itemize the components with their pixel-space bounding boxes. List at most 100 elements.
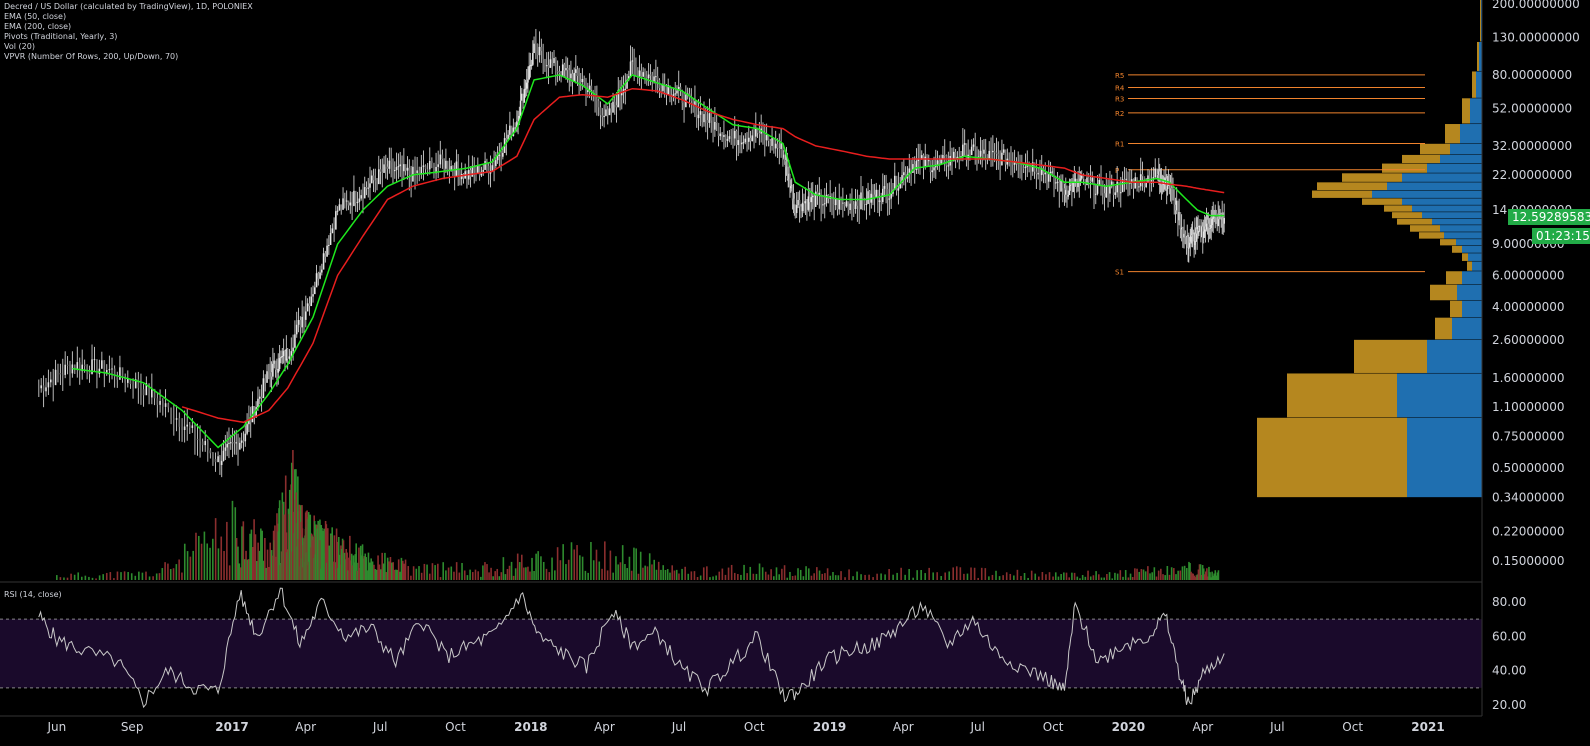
volume-bar: [888, 569, 890, 580]
volume-bar: [203, 531, 206, 580]
time-axis-tick: 2021: [1411, 720, 1444, 734]
volume-bar: [482, 565, 484, 580]
price-candle-body: [798, 199, 801, 207]
price-candle-body: [1021, 166, 1023, 168]
vpvr-down-bar: [1402, 154, 1440, 164]
price-candle-body: [963, 143, 966, 145]
legend-volume[interactable]: Vol (20): [4, 42, 253, 52]
volume-bar: [134, 575, 137, 580]
price-candle-body: [431, 160, 433, 163]
volume-bar: [1177, 570, 1179, 580]
price-candle-body: [638, 70, 641, 77]
volume-bar: [876, 573, 878, 580]
volume-bar: [1157, 570, 1160, 580]
price-candle-body: [723, 134, 725, 138]
price-candle-body: [156, 398, 159, 405]
last-price-tag: 12.59289583: [1508, 209, 1590, 225]
price-candle-body: [555, 58, 557, 72]
volume-bar: [167, 563, 169, 580]
price-candle-body: [596, 99, 598, 101]
volume-bar: [396, 569, 399, 580]
pivot-label: R4: [1115, 85, 1125, 93]
price-candle-body: [954, 151, 957, 159]
price-candle-body: [233, 442, 236, 444]
price-candle-body: [196, 438, 199, 440]
vpvr-down-bar: [1445, 124, 1460, 144]
volume-bar: [908, 568, 910, 580]
price-candle-body: [1103, 193, 1106, 198]
volume-bar: [900, 567, 902, 580]
time-axis-tick: Sep: [121, 720, 144, 734]
price-candle-body: [758, 133, 761, 135]
time-axis-tick: 2017: [215, 720, 248, 734]
volume-bar: [856, 571, 858, 580]
price-candle-body: [235, 442, 238, 444]
vpvr-down-bar: [1287, 373, 1397, 418]
price-candle-body: [181, 426, 183, 431]
pivot-label: R5: [1115, 72, 1124, 80]
price-candle-body: [453, 170, 456, 177]
volume-bar: [562, 544, 564, 580]
volume-bar: [1034, 573, 1037, 580]
price-candle-body: [810, 197, 813, 203]
volume-bar: [206, 543, 209, 580]
volume-bar: [374, 569, 377, 580]
price-candle-body: [823, 203, 826, 205]
legend-pivots[interactable]: Pivots (Traditional, Yearly, 3): [4, 32, 253, 42]
volume-bar: [378, 564, 381, 580]
price-candle-body: [1223, 218, 1225, 224]
volume-bar: [445, 570, 447, 580]
price-candle-body: [525, 82, 528, 89]
price-candle-body: [493, 165, 495, 167]
volume-bar: [1045, 574, 1047, 580]
chart-canvas[interactable]: R5R4R3R2R1PS1 200.00000000130.0000000080…: [0, 0, 1590, 746]
volume-bar: [1084, 576, 1087, 580]
volume-bar: [195, 532, 197, 580]
volume-bar: [88, 576, 90, 580]
volume-bar: [393, 569, 396, 580]
volume-bar: [818, 570, 821, 580]
legend-ema50[interactable]: EMA (50, close): [4, 12, 253, 22]
vpvr-up-bar: [1387, 182, 1482, 191]
volume-bar: [829, 575, 832, 580]
rsi-title[interactable]: RSI (14, close): [4, 590, 62, 599]
volume-bar: [1009, 573, 1012, 580]
volume-bar: [730, 564, 733, 580]
price-candle-body: [1010, 159, 1012, 161]
price-candle-body: [379, 169, 382, 172]
vpvr-down-bar: [1435, 317, 1452, 340]
price-candle-body: [1114, 192, 1117, 195]
time-axis-tick: Apr: [594, 720, 615, 734]
vpvr-up-bar: [1432, 218, 1482, 225]
volume-bar: [1186, 568, 1188, 580]
price-candle-body: [527, 79, 529, 83]
price-axis-tick: 1.10000000: [1492, 400, 1565, 414]
price-candle-body: [237, 442, 239, 450]
price-candle-body: [992, 150, 994, 153]
vpvr-down-bar: [1477, 41, 1479, 71]
price-candle-body: [443, 159, 445, 169]
price-candle-body: [495, 160, 497, 166]
volume-bar: [102, 574, 104, 580]
volume-bar: [477, 571, 479, 580]
vpvr-up-bar: [1462, 271, 1482, 285]
volume-bar: [609, 550, 612, 580]
price-candle-body: [103, 360, 106, 374]
volume-bar: [542, 561, 545, 580]
price-candle-body: [377, 169, 380, 185]
price-candle-body: [349, 202, 352, 206]
vpvr-down-bar: [1440, 239, 1456, 246]
volume-bar: [388, 561, 390, 580]
legend-vpvr[interactable]: VPVR (Number Of Rows, 200, Up/Down, 70): [4, 52, 253, 62]
volume-bar: [181, 572, 183, 580]
volume-bar: [797, 568, 799, 580]
price-candle-body: [358, 198, 361, 202]
volume-bar: [504, 574, 507, 580]
volume-bar: [545, 568, 548, 580]
price-candle-body: [395, 167, 398, 171]
volume-bar: [226, 521, 228, 580]
volume-bar: [70, 573, 72, 580]
legend-ema200[interactable]: EMA (200, close): [4, 22, 253, 32]
volume-bar: [1166, 565, 1169, 580]
volume-bar: [1013, 575, 1015, 580]
